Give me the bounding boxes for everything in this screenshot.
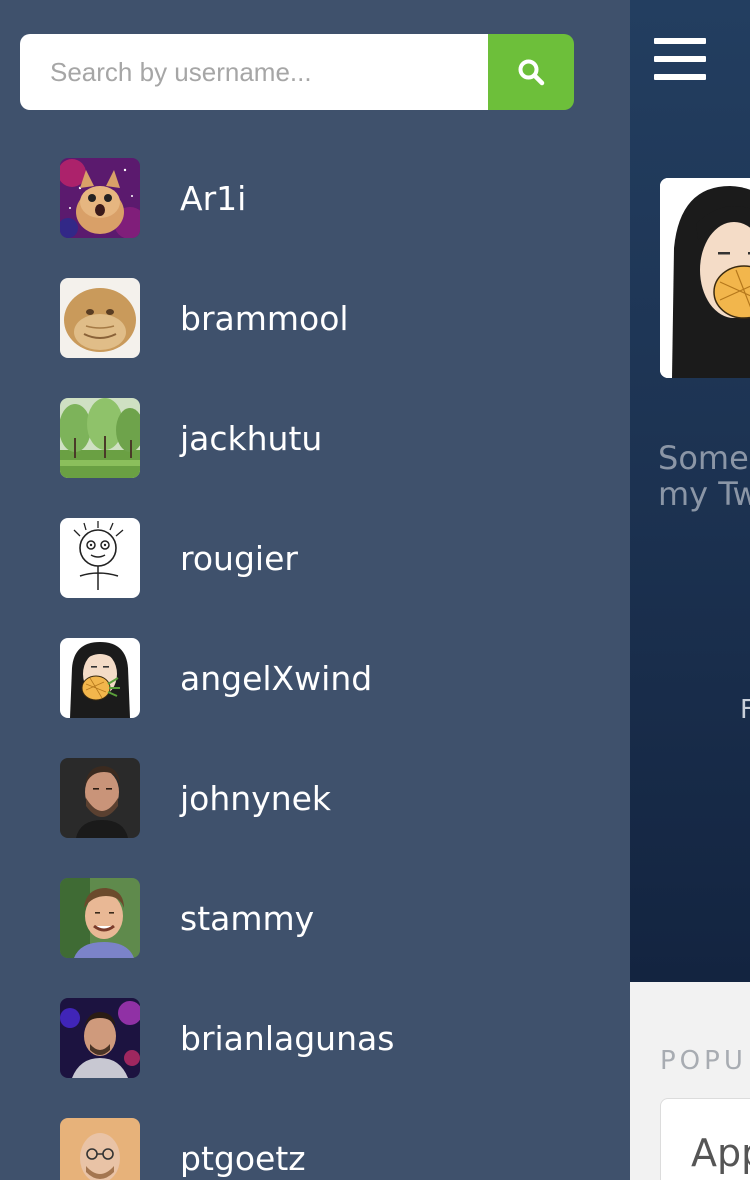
user-list: Ar1i brammool jackhutu rougier angelXwin… [0,138,630,1180]
profile-stat-label: F [740,695,750,725]
bald-man-glasses-avatar [60,1118,140,1180]
list-item[interactable]: Ar1i [0,138,630,258]
profile-avatar [660,178,750,378]
girl-pineapple-avatar [60,638,140,718]
username-label: rougier [180,538,298,578]
list-item[interactable]: johnynek [0,738,630,858]
hamburger-menu-icon[interactable] [654,38,706,80]
list-item[interactable]: brianlagunas [0,978,630,1098]
search-input[interactable] [20,34,488,110]
username-label: jackhutu [180,418,323,458]
username-label: Ar1i [180,178,247,218]
profile-bio: Some my Tw [658,440,750,512]
doodle-face-avatar [60,518,140,598]
list-item[interactable]: stammy [0,858,630,978]
bio-line-1: Some [658,439,749,477]
username-label: johnynek [180,778,332,818]
username-label: brianlagunas [180,1018,395,1058]
list-item[interactable]: ptgoetz [0,1098,630,1180]
popular-section-title: POPU [660,1046,747,1076]
main-content-panel: Some my Tw F POPU App [630,0,750,1180]
trees-park-avatar [60,398,140,478]
plush-monkey-avatar [60,278,140,358]
username-label: angelXwind [180,658,373,698]
profile-header: Some my Tw F [630,0,750,982]
repo-card-title: App [691,1131,750,1175]
search-icon [518,59,545,86]
bearded-man-avatar [60,758,140,838]
space-cat-avatar [60,158,140,238]
list-item[interactable]: jackhutu [0,378,630,498]
username-label: brammool [180,298,349,338]
bio-line-2: my Tw [658,475,750,513]
list-item[interactable]: brammool [0,258,630,378]
list-item[interactable]: angelXwind [0,618,630,738]
smiling-man-avatar [60,878,140,958]
user-drawer: Ar1i brammool [0,0,630,1180]
list-item[interactable]: rougier [0,498,630,618]
repo-card[interactable]: App [660,1098,750,1180]
search-button[interactable] [488,34,574,110]
man-purple-lights-avatar [60,998,140,1078]
search-bar [20,34,574,110]
username-label: ptgoetz [180,1138,306,1178]
username-label: stammy [180,898,315,938]
